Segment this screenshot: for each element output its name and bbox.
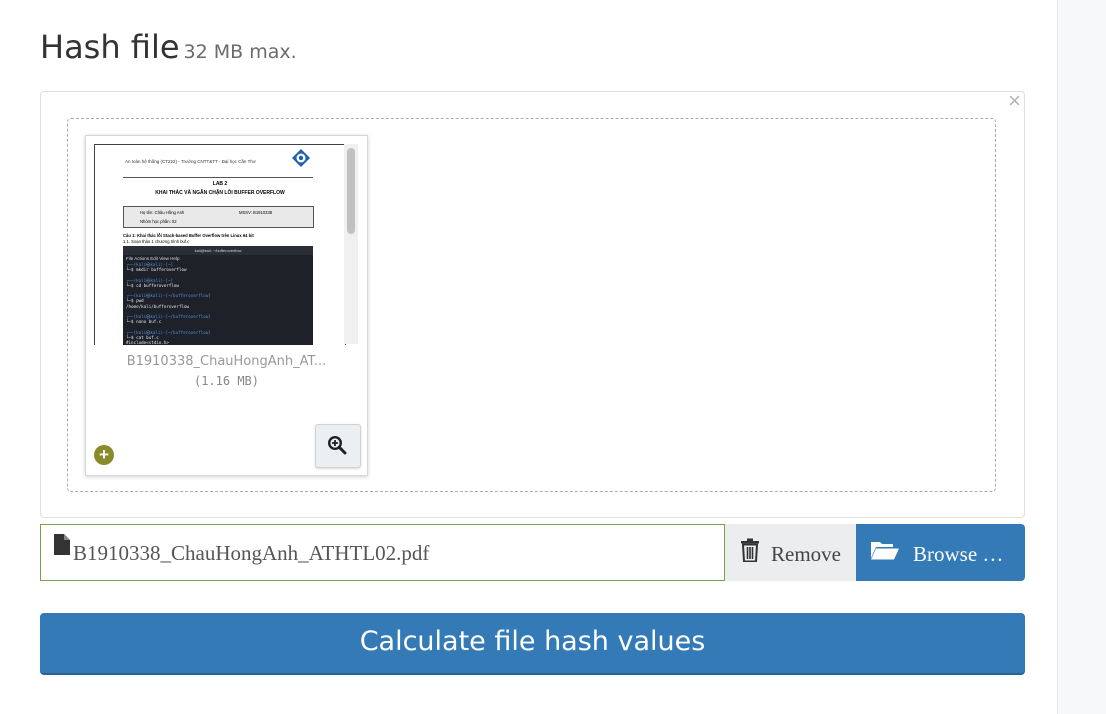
preview-doc-header: An toàn hệ thống (CT222) - Trường CNTT&T… [125, 159, 256, 164]
preview-question-sub: 1.1. Soạn thảo 1 chương trình buf.c [123, 239, 190, 244]
file-thumbnail-card: An toàn hệ thống (CT222) - Trường CNTT&T… [85, 135, 368, 476]
file-preview-container: × An toàn hệ thống (CT222) - Trường CNTT… [40, 90, 1025, 518]
folder-open-icon [871, 542, 899, 560]
zoom-button[interactable] [315, 424, 361, 468]
browse-label: Browse … [913, 542, 1004, 566]
pdf-preview: An toàn hệ thống (CT222) - Trường CNTT&T… [94, 144, 346, 345]
preview-student-box: Họ tên: Châu Hồng Anh MSSV: B1910338 Nhó… [123, 206, 314, 228]
preview-lab-subtitle: KHAI THÁC VÀ NGĂN CHẶN LỖI BUFFER OVERFL… [155, 190, 285, 196]
main-panel: Hash file 32 MB max. × An toàn hệ thống (… [0, 0, 1058, 714]
remove-button[interactable]: Remove [725, 524, 856, 581]
thumbnail-file-size: (1.16 MB) [193, 374, 260, 388]
close-icon[interactable]: × [1008, 90, 1021, 112]
page-title-text: Hash file [40, 28, 180, 66]
file-caption[interactable]: B1910338_ChauHongAnh_ATHTL02.pdf [40, 524, 725, 581]
preview-scrollbar[interactable] [344, 144, 358, 344]
plus-circle-icon[interactable]: + [94, 445, 114, 465]
preview-question: Câu 1: Khai thác lỗi Stack-based Buffer … [123, 233, 254, 238]
preview-divider [123, 177, 313, 178]
preview-scrollbar-thumb[interactable] [347, 148, 355, 234]
page-title: Hash file 32 MB max. [40, 28, 297, 66]
preview-lab-title: LAB 2 [212, 181, 228, 187]
preview-student-id: MSSV: B1910338 [239, 210, 273, 215]
browse-button[interactable]: Browse … [856, 524, 1025, 581]
zoom-in-icon [327, 435, 347, 455]
thumbnail-file-name: B1910338_ChauHongAnh_AT... [126, 354, 327, 369]
drop-zone[interactable]: An toàn hệ thống (CT222) - Trường CNTT&T… [67, 118, 996, 492]
file-icon [54, 534, 70, 555]
trash-icon [741, 538, 759, 562]
preview-group: Nhóm học phần: 02 [140, 219, 177, 224]
remove-label: Remove [771, 542, 841, 566]
max-size-hint: 32 MB max. [183, 41, 297, 63]
preview-student-name: Họ tên: Châu Hồng Anh [140, 210, 185, 215]
selected-file-name: B1910338_ChauHongAnh_ATHTL02.pdf [73, 541, 430, 565]
terminal-titlebar: kali@kali: ~/bufferoverflow [123, 246, 313, 255]
terminal-output: ┌──(kali㉿kali)-[~] └─$ mkdir bufferoverfl… [123, 262, 313, 345]
terminal-menu: File Actions Edit View Help [126, 256, 180, 261]
file-input-group: B1910338_ChauHongAnh_ATHTL02.pdf Remove … [40, 524, 1025, 581]
terminal-line: #include<stdio.h> [126, 340, 169, 345]
university-logo-icon [292, 149, 310, 167]
calculate-hash-button[interactable]: Calculate file hash values [40, 613, 1025, 675]
preview-terminal: kali@kali: ~/bufferoverflow File Actions… [123, 246, 313, 345]
